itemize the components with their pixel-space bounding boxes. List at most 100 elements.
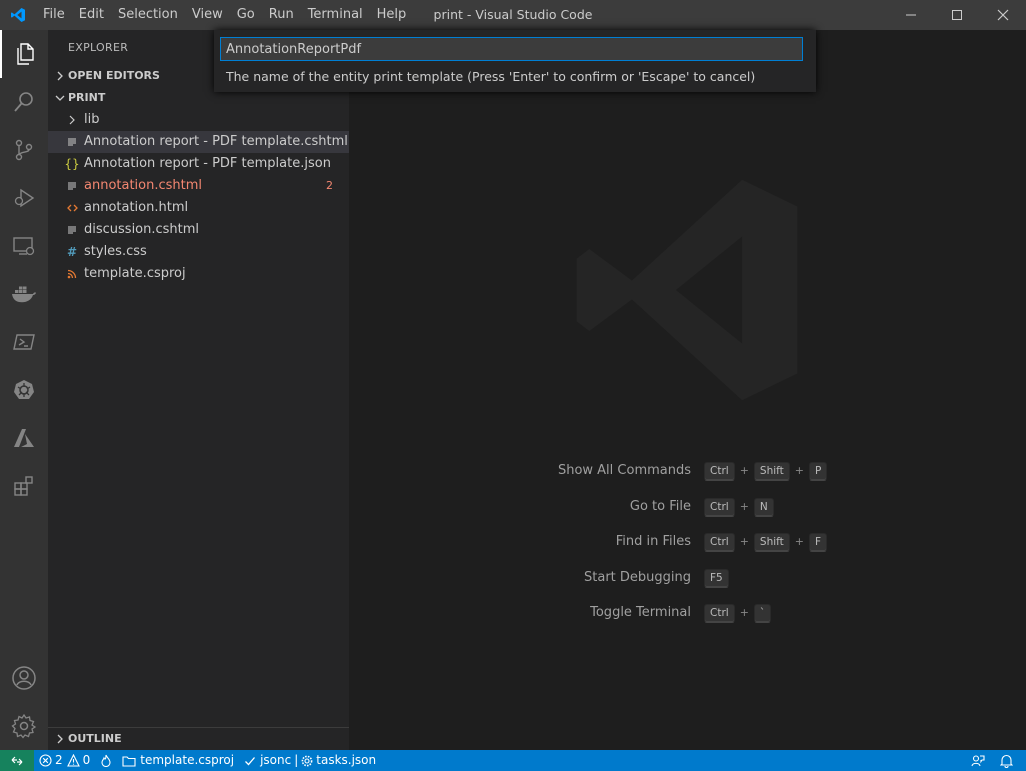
quick-input-field[interactable] (220, 37, 803, 61)
shortcut-show-all-commands: Show All Commands Ctrl + Shift + P (349, 461, 1026, 481)
explorer-sidebar: EXPLORER OPEN EDITORS PRINT lib Annotati… (48, 30, 353, 750)
hash-icon: # (66, 245, 78, 259)
folder-icon (122, 755, 136, 767)
search-icon[interactable] (0, 78, 48, 126)
maximize-button[interactable] (934, 0, 980, 30)
flame-status-button[interactable] (95, 750, 117, 771)
project-status[interactable]: template.csproj (117, 750, 239, 771)
key-cap: Shift (753, 532, 790, 552)
remote-indicator-button[interactable] (0, 750, 34, 771)
shortcut-toggle-terminal: Toggle Terminal Ctrl + ` (349, 603, 1026, 623)
docker-icon[interactable] (0, 270, 48, 318)
shortcut-keys: Ctrl + Shift + P (704, 461, 828, 481)
key-cap: N (753, 497, 774, 517)
tree-item-template-csproj[interactable]: template.csproj (48, 263, 349, 285)
menu-selection[interactable]: Selection (111, 0, 185, 30)
html-icon (64, 203, 80, 213)
key-cap: Shift (753, 461, 790, 481)
menu-terminal[interactable]: Terminal (301, 0, 370, 30)
rss-icon (64, 269, 80, 279)
shortcut-label: Find in Files (615, 534, 691, 549)
close-icon (997, 9, 1009, 21)
tree-item-annotation-html[interactable]: annotation.html (48, 197, 349, 219)
menu-file[interactable]: File (36, 0, 72, 30)
tree-item-label: annotation.cshtml (84, 178, 203, 193)
chevron-down-icon (52, 93, 68, 103)
tree-item-styles-css[interactable]: # styles.css (48, 241, 349, 263)
flame-icon (101, 754, 111, 767)
window-controls (888, 0, 1026, 30)
notifications-button[interactable] (995, 750, 1018, 771)
status-bar-right (961, 750, 1018, 771)
shortcut-keys: Ctrl + Shift + F (704, 532, 828, 552)
shortcut-label: Show All Commands (557, 463, 691, 478)
open-editors-label: OPEN EDITORS (68, 69, 160, 82)
menu-edit[interactable]: Edit (72, 0, 111, 30)
tree-item-label: Annotation report - PDF template.cshtml (84, 134, 348, 149)
shortcut-start-debugging: Start Debugging F5 (349, 568, 1026, 588)
menu-go[interactable]: Go (230, 0, 262, 30)
vscode-watermark-icon (561, 164, 813, 420)
tasks-file-name: tasks.json (316, 753, 377, 767)
run-debug-icon[interactable] (0, 174, 48, 222)
source-control-icon[interactable] (0, 126, 48, 174)
extensions-icon[interactable] (0, 462, 48, 510)
key-cap: F (809, 532, 828, 552)
shortcut-label: Toggle Terminal (590, 605, 691, 620)
azure-icon[interactable] (0, 414, 48, 462)
check-icon (245, 756, 256, 765)
menu-run[interactable]: Run (262, 0, 301, 30)
tree-item-label: styles.css (84, 244, 147, 259)
quick-input-widget: The name of the entity print template (P… (214, 30, 816, 92)
tree-item-annotation-report-json[interactable]: {} Annotation report - PDF template.json (48, 153, 349, 175)
kubernetes-icon[interactable] (0, 366, 48, 414)
outline-label: OUTLINE (68, 732, 122, 745)
shortcut-label: Go to File (629, 499, 691, 514)
menu-view[interactable]: View (185, 0, 230, 30)
problems-count-badge: 2 (326, 179, 333, 192)
language-name: jsonc (260, 753, 292, 767)
key-cap: P (809, 461, 828, 481)
tree-item-label: Annotation report - PDF template.json (84, 156, 331, 171)
key-cap: F5 (704, 568, 729, 588)
tree-item-discussion-cshtml[interactable]: discussion.cshtml (48, 219, 349, 241)
settings-gear-icon[interactable] (0, 702, 48, 750)
shortcut-label: Start Debugging (584, 570, 691, 585)
menu-bar: File Edit Selection View Go Run Terminal… (36, 0, 413, 30)
key-cap: ` (753, 603, 772, 623)
warning-icon (66, 754, 80, 767)
warning-count: 0 (82, 753, 91, 767)
powershell-icon[interactable] (0, 318, 48, 366)
quick-input-message: The name of the entity print template (P… (226, 69, 756, 84)
project-name: template.csproj (140, 753, 235, 767)
remote-icon (11, 756, 23, 765)
folder-label: PRINT (68, 91, 106, 104)
minimize-button[interactable] (888, 0, 934, 30)
menu-help[interactable]: Help (370, 0, 414, 30)
problems-status[interactable]: 2 0 (34, 750, 95, 771)
tree-item-annotation-report-cshtml[interactable]: Annotation report - PDF template.cshtml (48, 131, 349, 153)
lines-icon (64, 225, 80, 235)
shortcut-keys: F5 (704, 568, 729, 588)
tree-item-label: template.csproj (84, 266, 186, 281)
tree-item-label: annotation.html (84, 200, 189, 215)
live-share-button[interactable] (961, 750, 995, 771)
tree-item-lib[interactable]: lib (48, 109, 349, 131)
accounts-icon[interactable] (0, 654, 48, 702)
gear-icon (301, 755, 313, 766)
shortcut-find-in-files: Find in Files Ctrl + Shift + F (349, 532, 1026, 552)
tree-item-annotation-cshtml[interactable]: annotation.cshtml 2 (48, 175, 349, 197)
editor-area: Show All Commands Ctrl + Shift + P Go to… (349, 30, 1026, 750)
explorer-icon[interactable] (0, 30, 48, 78)
key-cap: Ctrl (704, 532, 735, 552)
chevron-right-icon (52, 734, 68, 744)
maximize-icon (952, 10, 962, 20)
shortcut-go-to-file: Go to File Ctrl + N (349, 497, 1026, 517)
language-status[interactable]: jsonc | tasks.json (239, 750, 381, 771)
outline-header[interactable]: OUTLINE (48, 727, 353, 750)
key-cap: Ctrl (704, 461, 735, 481)
chevron-right-icon (64, 115, 80, 125)
error-icon (39, 754, 52, 767)
close-window-button[interactable] (980, 0, 1026, 30)
remote-explorer-icon[interactable] (0, 222, 48, 270)
